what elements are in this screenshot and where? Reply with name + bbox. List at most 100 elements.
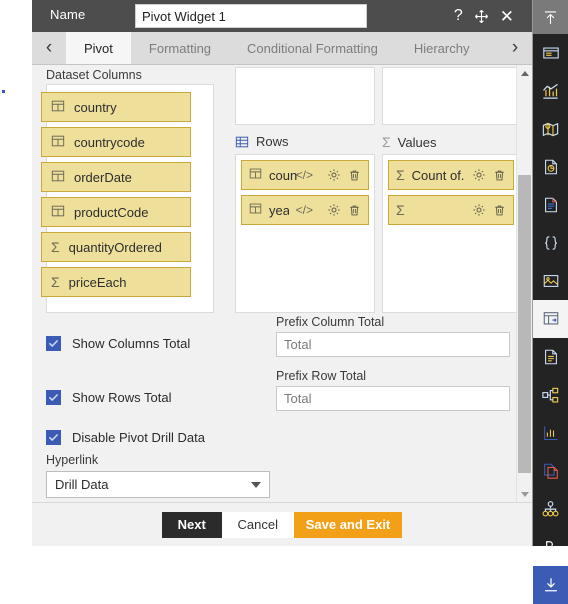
dataset-chip-priceeach[interactable]: Σ priceEach xyxy=(41,267,191,297)
gear-icon[interactable] xyxy=(327,168,341,182)
show-rows-total-checkbox[interactable] xyxy=(46,390,61,405)
dataset-columns-label: Dataset Columns xyxy=(46,68,142,82)
rows-grid-icon xyxy=(235,135,249,149)
prescription-rx-icon[interactable] xyxy=(533,528,568,566)
values-zone-label: Values xyxy=(397,134,437,150)
sigma-measure-icon: Σ xyxy=(51,239,60,255)
scroll-down-icon[interactable] xyxy=(517,486,532,502)
scroll-up-icon[interactable] xyxy=(517,65,532,81)
name-label: Name xyxy=(50,7,86,22)
pivot-table-icon[interactable] xyxy=(533,300,568,338)
cancel-button[interactable]: Cancel xyxy=(221,511,294,538)
settings-scrollbar[interactable] xyxy=(516,65,532,502)
gutter-marker-dot xyxy=(2,90,5,93)
pivot-settings-content: Dataset Columns country countrycode orde… xyxy=(32,65,520,502)
help-icon[interactable]: ? xyxy=(454,8,463,24)
rows-chip-year[interactable]: year </> xyxy=(241,195,369,225)
delete-icon[interactable] xyxy=(348,204,361,217)
chevron-down-icon xyxy=(251,481,261,488)
tabs-scroll-right-icon[interactable]: › xyxy=(498,32,532,64)
show-rows-total-row[interactable]: Show Rows Total xyxy=(46,390,171,405)
values-chip-label: Count of.. xyxy=(411,167,464,183)
prefix-row-total-label: Prefix Row Total xyxy=(276,369,367,383)
code-badge-icon[interactable]: </> xyxy=(296,168,313,182)
dataset-chip-productcode[interactable]: productCode xyxy=(41,197,191,227)
rows-chip-label: year xyxy=(269,202,289,218)
show-columns-total-row[interactable]: Show Columns Total xyxy=(46,336,190,351)
right-icon-rail xyxy=(533,0,568,604)
map-pin-icon[interactable] xyxy=(533,110,568,148)
next-button[interactable]: Next xyxy=(161,511,222,538)
table-column-icon xyxy=(51,169,65,186)
report-document-icon[interactable] xyxy=(533,338,568,376)
move-icon[interactable] xyxy=(474,9,489,24)
values-zone-header: Σ Values xyxy=(382,134,436,150)
sigma-measure-icon: Σ xyxy=(51,274,60,290)
dataset-chip-country[interactable]: country xyxy=(41,92,191,122)
show-rows-total-label: Show Rows Total xyxy=(72,390,172,405)
dataset-chip-label: quantityOrdered xyxy=(68,239,162,255)
dataset-chip-orderdate[interactable]: orderDate xyxy=(41,162,191,192)
show-columns-total-checkbox[interactable] xyxy=(46,336,61,351)
copy-pages-icon[interactable] xyxy=(533,452,568,490)
tabs-scroll-left-icon[interactable]: ‹ xyxy=(32,32,66,64)
rows-chip-label: country xyxy=(269,167,298,183)
save-and-exit-button[interactable]: Save and Exit xyxy=(293,511,403,538)
org-chart-icon[interactable] xyxy=(533,490,568,528)
prefix-column-total-label: Prefix Column Total xyxy=(276,315,385,329)
rows-zone-header: Rows xyxy=(235,134,289,149)
code-badge-icon[interactable]: </> xyxy=(296,203,313,217)
scrollbar-thumb[interactable] xyxy=(518,175,531,473)
left-gutter xyxy=(0,0,32,546)
rows-chip-country[interactable]: country </> xyxy=(241,160,369,190)
tab-formatting[interactable]: Formatting xyxy=(131,32,229,64)
window-panel-icon[interactable] xyxy=(533,34,568,72)
gear-icon[interactable] xyxy=(327,203,341,217)
gear-icon[interactable] xyxy=(472,168,486,182)
tab-strip: ‹ Pivot Formatting Conditional Formattin… xyxy=(32,32,532,65)
delete-icon[interactable] xyxy=(348,169,361,182)
tab-hierarchy[interactable]: Hierarchy xyxy=(396,32,488,64)
hyperlink-select[interactable]: Drill Data xyxy=(46,471,270,498)
prefix-column-total-input[interactable] xyxy=(276,332,510,357)
values-chip-empty[interactable]: Σ xyxy=(388,195,514,225)
values-chip-count-of[interactable]: Σ Count of.. xyxy=(388,160,514,190)
download-icon[interactable] xyxy=(533,566,568,604)
close-icon[interactable]: ✕ xyxy=(500,8,514,25)
dataset-chip-label: priceEach xyxy=(68,274,127,290)
pivot-widget-dialog: Name ? ✕ ‹ Pivot Formatting Conditional … xyxy=(32,0,533,546)
titlebar-controls: ? ✕ xyxy=(454,0,514,32)
tab-conditional-formatting[interactable]: Conditional Formatting xyxy=(229,32,396,64)
columns-dropzone[interactable] xyxy=(235,67,375,125)
dataset-chip-label: productCode xyxy=(74,204,149,220)
hyperlink-label: Hyperlink xyxy=(46,453,99,467)
disable-pivot-drill-label: Disable Pivot Drill Data xyxy=(72,430,205,445)
table-column-icon xyxy=(249,167,262,183)
tree-hierarchy-icon[interactable] xyxy=(533,376,568,414)
filters-dropzone[interactable] xyxy=(382,67,520,125)
disable-pivot-drill-checkbox[interactable] xyxy=(46,430,61,445)
hyperlink-select-value: Drill Data xyxy=(55,477,109,492)
document-chart-icon[interactable] xyxy=(533,148,568,186)
dataset-chip-label: orderDate xyxy=(74,169,132,185)
chart-bar-icon[interactable] xyxy=(533,72,568,110)
table-column-icon xyxy=(51,99,65,116)
delete-icon[interactable] xyxy=(493,204,506,217)
sigma-icon: Σ xyxy=(382,134,391,150)
prefix-row-total-input[interactable] xyxy=(276,386,510,411)
collapse-up-icon[interactable] xyxy=(533,0,568,34)
line-chart-icon[interactable] xyxy=(533,414,568,452)
gear-icon[interactable] xyxy=(472,203,486,217)
disable-pivot-drill-row[interactable]: Disable Pivot Drill Data xyxy=(46,430,205,445)
dataset-chip-label: countrycode xyxy=(74,134,145,150)
code-braces-icon[interactable] xyxy=(533,224,568,262)
text-document-icon[interactable] xyxy=(533,186,568,224)
dataset-chip-countrycode[interactable]: countrycode xyxy=(41,127,191,157)
app-root: Name ? ✕ ‹ Pivot Formatting Conditional … xyxy=(0,0,568,604)
table-column-icon xyxy=(51,134,65,151)
tab-pivot[interactable]: Pivot xyxy=(66,32,131,64)
dataset-chip-quantityordered[interactable]: Σ quantityOrdered xyxy=(41,232,191,262)
image-icon[interactable] xyxy=(533,262,568,300)
delete-icon[interactable] xyxy=(493,169,506,182)
widget-name-input[interactable] xyxy=(135,4,367,28)
